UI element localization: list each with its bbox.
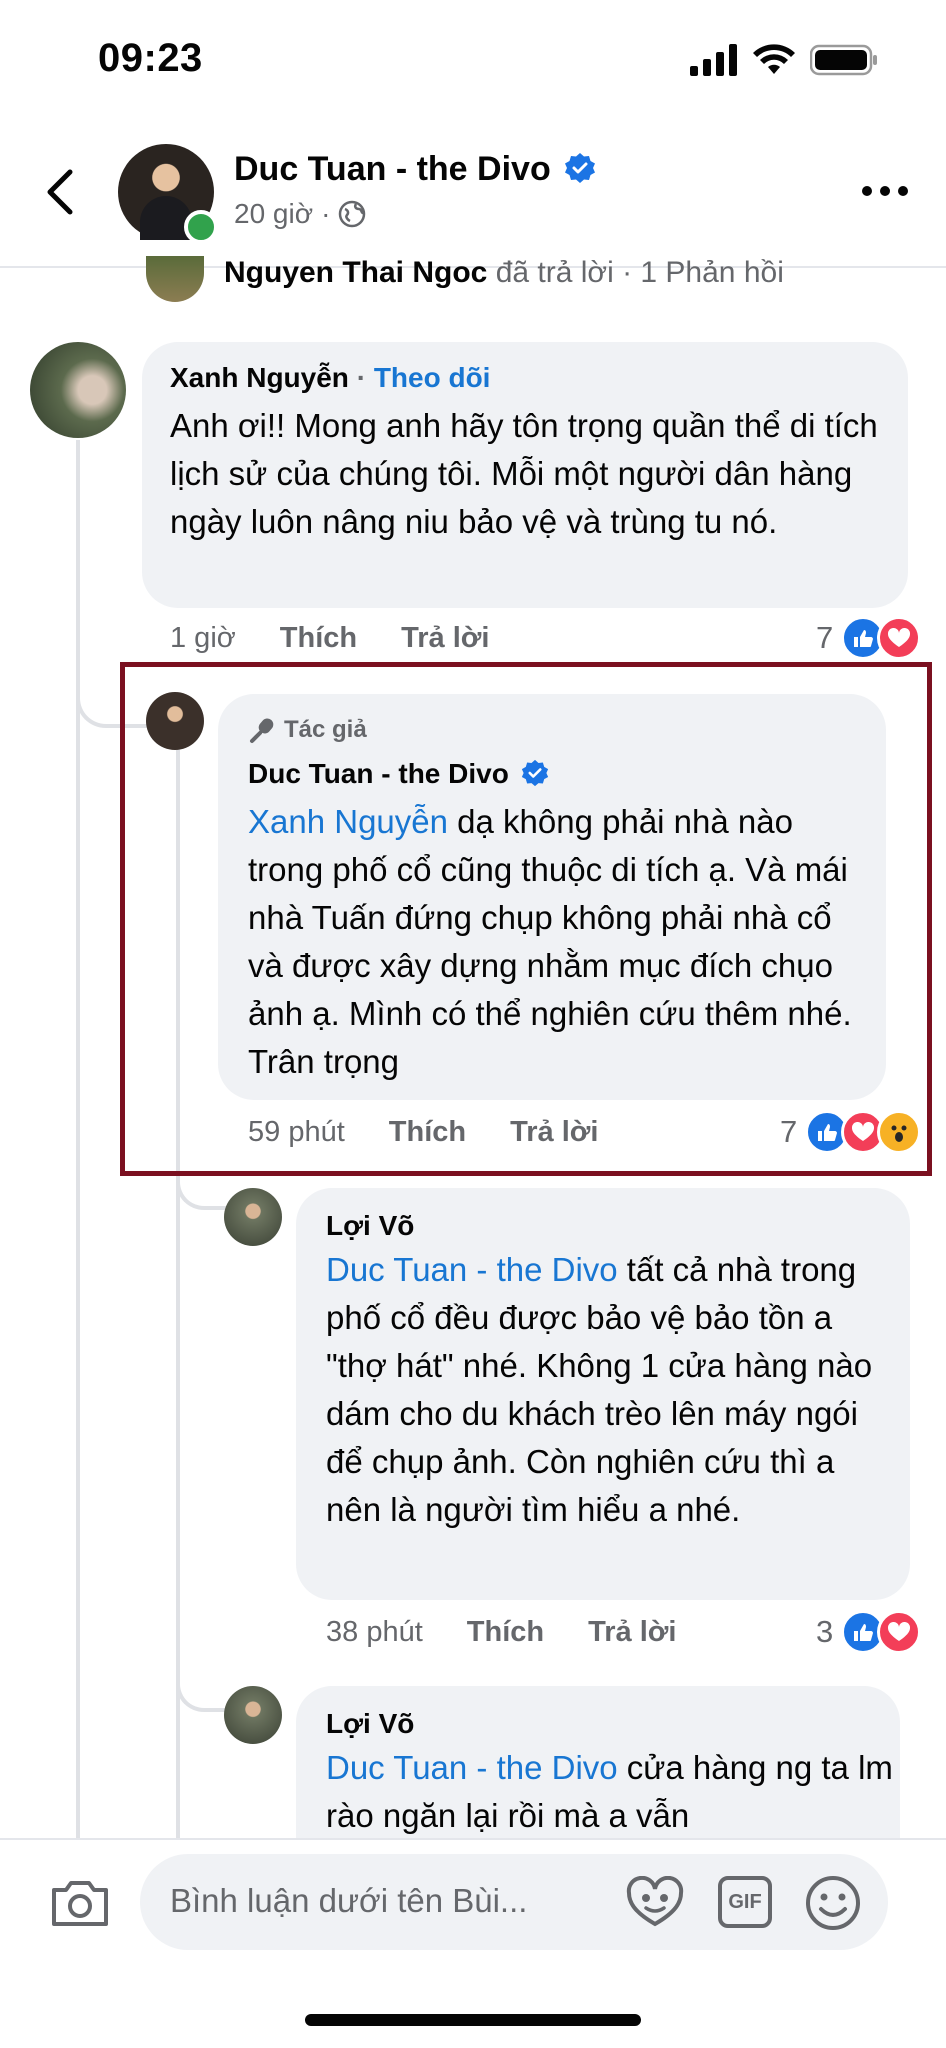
comment-time: 59 phút [248, 1116, 345, 1148]
author-badge-label: Tác giả [284, 716, 367, 743]
gif-button[interactable]: GIF [718, 1876, 772, 1928]
collapsed-reply-summary[interactable]: Nguyen Thai Ngoc đã trả lời · 1 Phản hồi [224, 256, 784, 290]
reply-summary: đã trả lời · 1 Phản hồi [487, 256, 784, 289]
reply-button[interactable]: Trả lời [588, 1616, 676, 1649]
reply-body: tất cả nhà trong phố cổ đều được bảo vệ … [326, 1251, 873, 1528]
status-time: 09:23 [98, 36, 203, 80]
reply-button[interactable]: Trả lời [510, 1116, 598, 1149]
author-reply-text: Xanh Nguyễn dạ không phải nhà nào trong … [248, 798, 868, 1086]
reply-author: Nguyen Thai Ngoc [224, 256, 488, 289]
microphone-icon [250, 718, 274, 743]
follow-button[interactable]: Theo dõi [374, 362, 491, 393]
cellular-signal-icon [690, 44, 737, 76]
post-time: 20 giờ [234, 198, 314, 229]
comment-text: Anh ơi!! Mong anh hãy tôn trọng quần thể… [170, 407, 878, 540]
author-reply-avatar[interactable] [146, 692, 204, 750]
back-chevron-icon[interactable] [40, 168, 80, 216]
mention-link[interactable]: Duc Tuan - the Divo [326, 1749, 618, 1786]
like-button[interactable]: Thích [389, 1116, 466, 1149]
header-meta: 20 giờ · [234, 198, 366, 230]
comment-actions: 1 giờ Thích Trả lời [170, 622, 489, 655]
mention-link[interactable]: Xanh Nguyễn [248, 803, 448, 840]
composer-divider [0, 1838, 946, 1840]
comment-actions: 38 phút Thích Trả lời [326, 1616, 676, 1649]
author-badge: Tác giả [248, 716, 367, 744]
reaction-summary[interactable]: 7 [816, 616, 922, 660]
camera-icon[interactable] [50, 1878, 110, 1928]
more-options-icon[interactable] [862, 186, 908, 196]
header-page-name[interactable]: Duc Tuan - the Divo [234, 150, 596, 189]
reaction-summary[interactable]: 7 [780, 1110, 922, 1154]
comment-author[interactable]: Lợi Võ [326, 1708, 414, 1740]
globe-icon [339, 200, 366, 228]
battery-icon [810, 44, 877, 76]
comment-time: 38 phút [326, 1616, 423, 1648]
reaction-count: 3 [816, 1614, 834, 1649]
separator: · [356, 362, 367, 393]
wifi-icon [753, 44, 795, 74]
reply-avatar[interactable] [146, 256, 204, 302]
reply-button[interactable]: Trả lời [401, 622, 489, 655]
emoji-icon[interactable] [804, 1874, 862, 1932]
wow-reaction-icon [877, 1110, 922, 1154]
status-icons [690, 44, 878, 76]
verified-badge-icon [521, 759, 548, 787]
comment-text: Duc Tuan - the Divo cửa hàng ng ta lm rà… [326, 1744, 896, 1840]
author-reply-header: Duc Tuan - the Divo [248, 758, 549, 790]
comment-avatar[interactable] [224, 1686, 282, 1744]
online-status-dot [184, 210, 218, 244]
comment-avatar[interactable] [224, 1188, 282, 1246]
reaction-count: 7 [780, 1114, 798, 1149]
mention-link[interactable]: Duc Tuan - the Divo [326, 1251, 618, 1288]
reaction-summary[interactable]: 3 [816, 1610, 922, 1654]
comment-author[interactable]: Lợi Võ [326, 1210, 414, 1242]
love-reaction-icon [877, 1610, 922, 1654]
avatar-sticker-icon[interactable] [626, 1876, 684, 1928]
header-name-text: Duc Tuan - the Divo [234, 150, 551, 188]
love-reaction-icon [877, 616, 922, 660]
comment-time: 1 giờ [170, 622, 236, 654]
comment-author[interactable]: Xanh Nguyễn [170, 362, 349, 393]
reaction-count: 7 [816, 620, 834, 655]
thread-connector-3 [176, 1630, 228, 1712]
comment-input-placeholder: Bình luận dưới tên Bùi... [170, 1882, 528, 1919]
like-button[interactable]: Thích [467, 1616, 544, 1649]
author-reply-name[interactable]: Duc Tuan - the Divo [248, 758, 509, 789]
comment-text: Duc Tuan - the Divo tất cả nhà trong phố… [326, 1246, 896, 1534]
meta-separator: · [321, 198, 331, 229]
like-button[interactable]: Thích [280, 622, 357, 655]
gif-label: GIF [728, 1890, 762, 1913]
verified-badge-icon [565, 153, 596, 183]
reply-body: dạ không phải nhà nào trong phố cổ cũng … [248, 803, 852, 1080]
comment-avatar[interactable] [30, 342, 126, 438]
author-reply-actions: 59 phút Thích Trả lời [248, 1116, 598, 1149]
comment-header: Xanh Nguyễn · Theo dõi [170, 362, 490, 394]
home-indicator[interactable] [305, 2014, 641, 2026]
